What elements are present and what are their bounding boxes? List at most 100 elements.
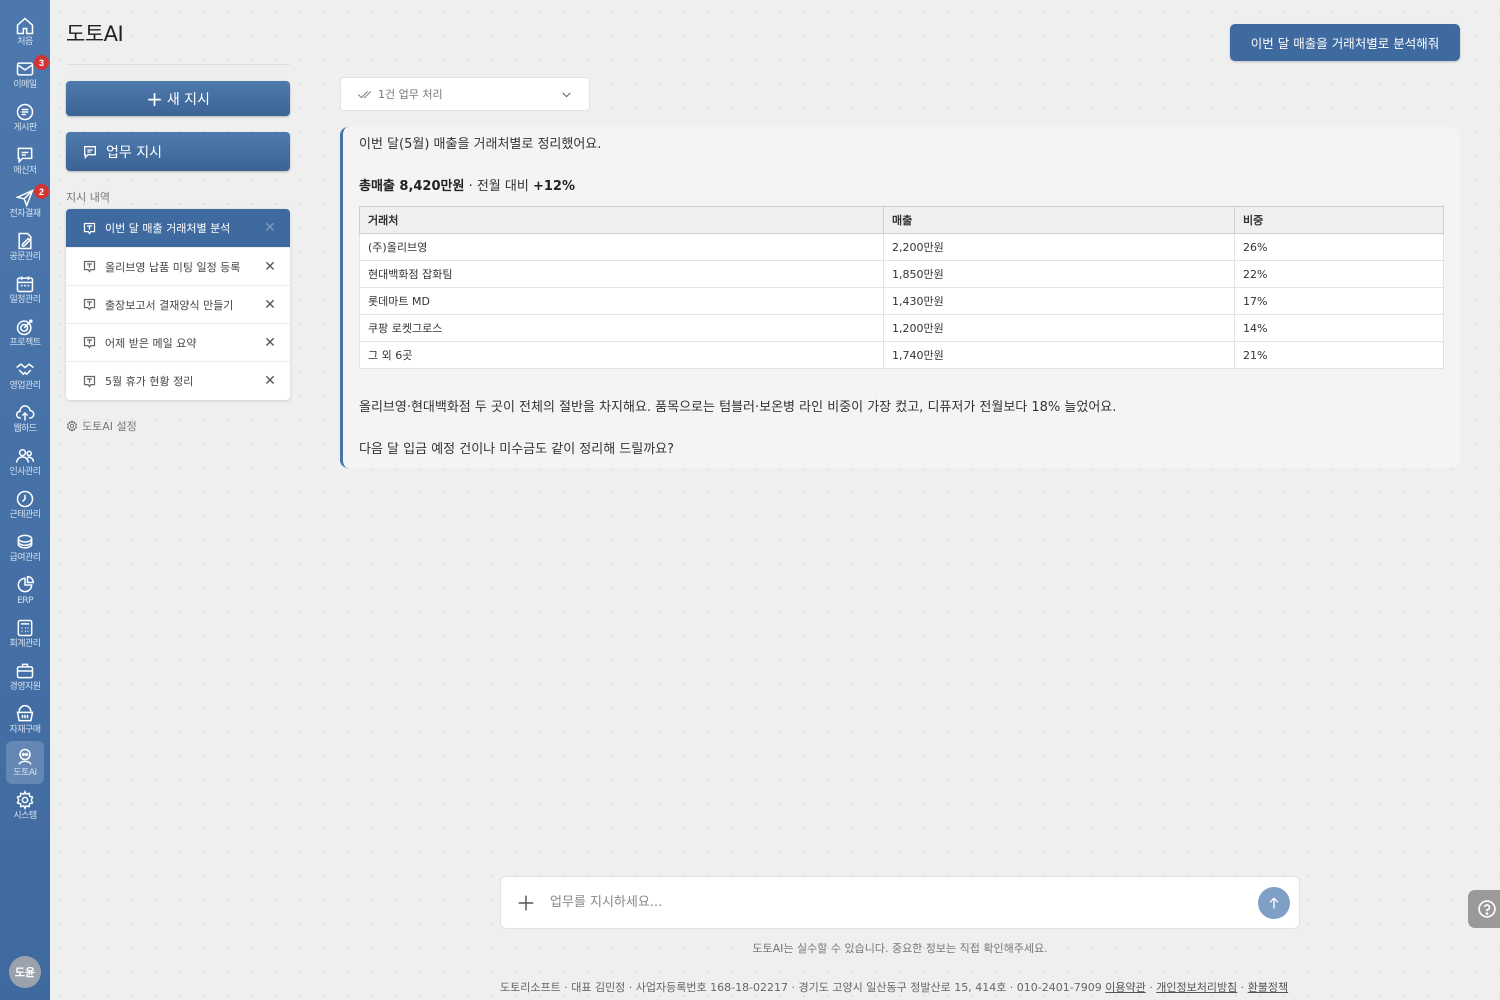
column-header: 매출 (883, 206, 1235, 234)
rail-item-management[interactable]: 경영지원 (0, 655, 50, 698)
rail-item-label: ERP (17, 596, 33, 606)
rail-item-sales[interactable]: 영업관리 (0, 354, 50, 397)
rail-item-email[interactable]: 이메일 3 (0, 53, 50, 96)
share-cell: 14% (1234, 314, 1444, 342)
history-section-label: 지시 내역 (66, 191, 110, 204)
rail-item-erp[interactable]: ERP (0, 569, 50, 612)
new-instruction-label: 새 지시 (166, 91, 210, 108)
history-item[interactable]: 출장보고서 결재양식 만들기 ✕ (66, 286, 290, 324)
client-cell: 쿠팡 로켓그로스 (359, 314, 884, 342)
history-item[interactable]: 올리브영 납품 미팅 일정 등록 ✕ (66, 248, 290, 286)
compare-text: · 전월 대비 (464, 179, 533, 194)
share-cell: 22% (1234, 260, 1444, 288)
settings-label: 도토AI 설정 (82, 420, 137, 433)
delete-icon[interactable]: ✕ (264, 297, 276, 313)
left-rail: 처음 이메일 3 게시판 메신저 전자결재 2 공문관리 일정관리 프로젝트 영… (0, 0, 50, 1000)
rail-item-dotoai[interactable]: 도토AI (6, 741, 44, 784)
delete-icon[interactable]: ✕ (264, 220, 276, 236)
rail-item-system[interactable]: 시스템 (0, 784, 50, 827)
client-cell: 롯데마트 MD (359, 287, 884, 315)
rail-item-purchasing[interactable]: 자재구매 (0, 698, 50, 741)
history-item[interactable]: 어제 받은 메일 요약 ✕ (66, 324, 290, 362)
client-cell: 그 외 6곳 (359, 341, 884, 369)
help-button[interactable] (1468, 890, 1500, 928)
approval-icon (15, 189, 34, 208)
send-button[interactable] (1258, 886, 1290, 919)
rail-item-board[interactable]: 게시판 (0, 96, 50, 139)
rail-item-label: 웹하드 (13, 424, 37, 434)
delete-icon[interactable]: ✕ (264, 259, 276, 275)
delete-icon[interactable]: ✕ (264, 335, 276, 351)
rail-item-label: 이메일 (13, 80, 37, 90)
task-icon (83, 260, 96, 273)
arrow-up-icon (1269, 896, 1279, 908)
sales-cell: 1,430만원 (883, 287, 1235, 315)
calendar-icon (16, 276, 34, 293)
rail-item-home[interactable]: 처음 (0, 10, 50, 53)
footer: 도토리소프트 · 대표 김민정 · 사업자등록번호 168-18-02217 ·… (500, 979, 1288, 995)
cloud-upload-icon (16, 405, 35, 421)
answer-analysis: 올리브영·현대백화점 두 곳이 전체의 절반을 차지해요. 품목으로는 텀블러·… (359, 400, 1117, 415)
rail-item-documents[interactable]: 공문관리 (0, 225, 50, 268)
history-item[interactable]: 5월 휴가 현황 정리 ✕ (66, 362, 290, 400)
rail-item-label: 공문관리 (9, 252, 41, 262)
dotoai-settings-link[interactable]: 도토AI 설정 (66, 418, 137, 434)
pie-chart-icon (17, 575, 35, 593)
terms-link[interactable]: 이용약관 (1105, 981, 1145, 994)
message-icon (84, 145, 96, 159)
rail-item-label: 회계관리 (9, 639, 41, 649)
document-icon (18, 232, 32, 250)
rail-item-webhard[interactable]: 웹하드 (0, 397, 50, 440)
rail-item-project[interactable]: 프로젝트 (0, 311, 50, 354)
sales-cell: 1,200만원 (883, 314, 1235, 342)
briefcase-icon (16, 663, 34, 679)
table-header-row: 거래처 매출 비중 (359, 206, 1444, 234)
footer-separator: · (1237, 981, 1248, 994)
task-instruction-button[interactable]: 업무 지시 (66, 132, 290, 171)
history-item-label: 5월 휴가 현황 정리 (105, 375, 194, 388)
user-request-bubble: 이번 달 매출을 거래처별로 분석해줘 (1230, 24, 1460, 61)
share-cell: 17% (1234, 287, 1444, 315)
new-instruction-button[interactable]: + 새 지시 (66, 81, 290, 116)
rail-item-label: 영업관리 (9, 381, 41, 391)
gear-icon (16, 790, 34, 810)
home-icon (16, 17, 34, 35)
divider (66, 64, 290, 65)
sales-by-client-table: 거래처 매출 비중 (주)올리브영 2,200만원 26% 현대백화점 잡화팀 … (359, 206, 1444, 369)
total-sales: 총매출 8,420만원 (359, 179, 465, 194)
instruction-input[interactable] (550, 895, 1258, 910)
rail-item-approval[interactable]: 전자결재 2 (0, 182, 50, 225)
refund-policy-link[interactable]: 환불정책 (1248, 981, 1288, 994)
calculator-icon (17, 619, 33, 637)
rail-item-label: 시스템 (13, 811, 37, 821)
rail-item-hr[interactable]: 인사관리 (0, 440, 50, 483)
rail-item-messenger[interactable]: 메신저 (0, 139, 50, 182)
rail-item-label: 게시판 (13, 123, 37, 133)
rail-item-label: 일정관리 (9, 295, 41, 305)
board-icon (16, 103, 34, 121)
rail-item-attendance[interactable]: 근태관리 (0, 483, 50, 526)
user-avatar[interactable]: 도윤 (9, 956, 41, 988)
delete-icon[interactable]: ✕ (264, 373, 276, 389)
task-icon (83, 222, 96, 235)
messenger-icon (17, 147, 33, 164)
sales-summary: 총매출 8,420만원 · 전월 대비 +12% (359, 178, 1444, 196)
history-item[interactable]: 이번 달 매출 거래처별 분석 ✕ (66, 209, 290, 248)
page-title: 도토AI (66, 22, 124, 46)
target-icon (16, 319, 33, 336)
rail-item-calendar[interactable]: 일정관리 (0, 268, 50, 311)
basket-icon (16, 704, 34, 722)
rail-item-label: 프로젝트 (9, 338, 41, 348)
column-header: 거래처 (359, 206, 884, 234)
task-count-dropdown[interactable]: 1건 업무 처리 (340, 77, 590, 111)
rail-item-label: 전자결재 (9, 209, 41, 219)
ai-bot-icon (18, 748, 32, 765)
history-item-label: 출장보고서 결재양식 만들기 (105, 298, 234, 312)
rail-item-accounting[interactable]: 회계관리 (0, 612, 50, 655)
privacy-policy-link[interactable]: 개인정보처리방침 (1156, 981, 1237, 994)
sales-cell: 1,850만원 (883, 260, 1235, 288)
rail-item-label: 도토AI (13, 768, 37, 778)
rail-item-payroll[interactable]: 급여관리 (0, 526, 50, 569)
plus-icon[interactable] (515, 892, 537, 914)
ai-disclaimer: 도토AI는 실수할 수 있습니다. 중요한 정보는 직접 확인해주세요. (752, 942, 1048, 955)
